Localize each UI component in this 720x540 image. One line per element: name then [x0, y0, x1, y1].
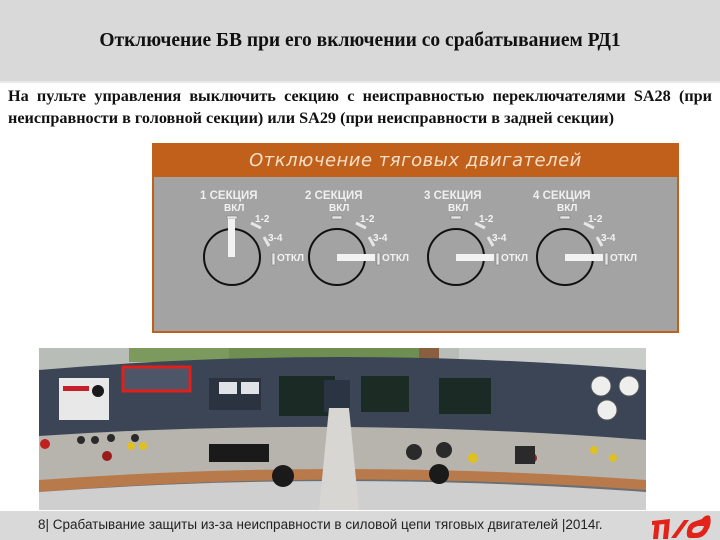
position-off-label: ОТКЛ [277, 253, 305, 264]
footer-text: 8| Срабатывание защиты из-за неисправнос… [38, 517, 603, 532]
slide-header: Отключение БВ при его включении со сраба… [0, 0, 720, 83]
rzd-logo-icon [652, 515, 711, 539]
section-2-label: 2 СЕКЦИЯ [305, 190, 363, 202]
instruction-text: На пульте управления выключить секцию с … [8, 87, 712, 127]
position-12-label: 1-2 [588, 214, 603, 225]
position-34-label: 3-4 [268, 233, 283, 244]
position-off-label: ОТКЛ [610, 253, 638, 264]
position-34-label: 3-4 [601, 233, 616, 244]
position-12-label: 1-2 [255, 214, 270, 225]
section-1-label: 1 СЕКЦИЯ [200, 190, 258, 202]
slide-title: Отключение БВ при его включении со сраба… [99, 30, 621, 51]
control-desk-photo [39, 348, 646, 510]
section-3-label: 3 СЕКЦИЯ [424, 190, 482, 202]
motor-disconnect-panel: Отключение тяговых двигателей 1 СЕКЦИЯ В… [152, 143, 679, 333]
control-desk-illustration [39, 348, 646, 510]
section-4-switch[interactable]: ВКЛ 1-2 3-4 ОТКЛ [529, 203, 669, 295]
position-34-label: 3-4 [492, 233, 507, 244]
position-off-label: ОТКЛ [501, 253, 529, 264]
position-on-label: ВКЛ [224, 203, 245, 214]
position-on-label: ВКЛ [329, 203, 350, 214]
position-on-label: ВКЛ [557, 203, 578, 214]
slide-footer: 8| Срабатывание защиты из-за неисправнос… [0, 511, 720, 540]
position-12-label: 1-2 [479, 214, 494, 225]
panel-title: Отключение тяговых двигателей [154, 145, 677, 177]
section-4-label: 4 СЕКЦИЯ [533, 190, 591, 202]
position-on-label: ВКЛ [448, 203, 469, 214]
position-12-label: 1-2 [360, 214, 375, 225]
position-34-label: 3-4 [373, 233, 388, 244]
position-off-label: ОТКЛ [382, 253, 410, 264]
